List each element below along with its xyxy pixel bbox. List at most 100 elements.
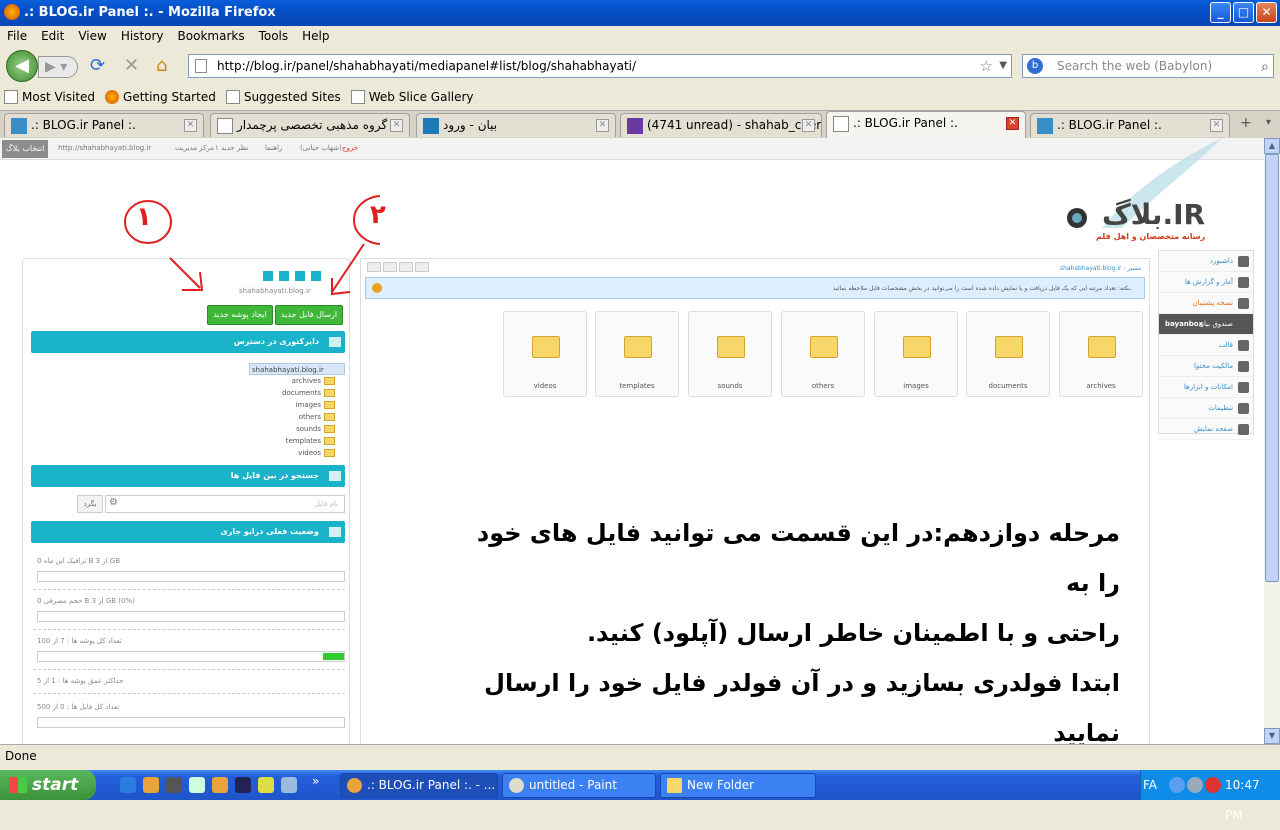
- search-button[interactable]: بگرد: [77, 495, 103, 513]
- menu-bookmarks[interactable]: Bookmarks: [178, 26, 245, 46]
- task-paint[interactable]: untitled - Paint: [502, 773, 656, 798]
- app-icon[interactable]: [281, 777, 297, 793]
- stop-icon[interactable]: ✕: [124, 56, 139, 76]
- menu-edit[interactable]: Edit: [41, 26, 64, 46]
- sidebar-item-tools[interactable]: امکانات و ابزارها: [1159, 377, 1253, 398]
- tab-list-icon[interactable]: ▾: [1266, 117, 1271, 128]
- view-list-icon[interactable]: [383, 262, 397, 272]
- new-tab-icon[interactable]: +: [1240, 115, 1252, 131]
- sidebar-item-template[interactable]: قالب: [1159, 335, 1253, 356]
- tree-node[interactable]: videos: [249, 447, 345, 459]
- bookmark-web-slice-gallery[interactable]: Web Slice Gallery: [350, 86, 474, 108]
- tray-icon[interactable]: [1169, 777, 1185, 793]
- tree-root[interactable]: shahabhayati.blog.ir: [249, 363, 345, 375]
- guide-link[interactable]: راهنما: [265, 144, 282, 152]
- tree-node[interactable]: templates: [249, 435, 345, 447]
- sidebar-item-bayanbox[interactable]: bayanbox صندوق بیان: [1159, 314, 1253, 335]
- url-bar[interactable]: http://blog.ir/panel/shahabhayati/mediap…: [188, 54, 1012, 78]
- sidebar-item-display[interactable]: صفحه نمایش: [1159, 419, 1253, 440]
- chrome-icon[interactable]: [258, 777, 274, 793]
- menu-tools[interactable]: Tools: [259, 26, 289, 46]
- menu-file[interactable]: File: [7, 26, 27, 46]
- usage-progress: [37, 611, 345, 622]
- folder-card[interactable]: archives: [1059, 311, 1143, 397]
- task-new-folder[interactable]: New Folder: [660, 773, 816, 798]
- ie-icon[interactable]: [120, 777, 136, 793]
- firefox-icon[interactable]: [143, 777, 159, 793]
- task-firefox[interactable]: .: BLOG.ir Panel :. - ...: [340, 773, 498, 798]
- minimize-button[interactable]: _: [1210, 2, 1231, 23]
- sidebar-item-dashboard[interactable]: داشبورد: [1159, 251, 1253, 272]
- tray-icon[interactable]: [1205, 777, 1221, 793]
- start-button[interactable]: start: [0, 770, 96, 800]
- tree-node[interactable]: images: [249, 399, 345, 411]
- folder-card[interactable]: documents: [966, 311, 1050, 397]
- tab-1[interactable]: .: BLOG.ir Panel :. ✕: [4, 113, 204, 137]
- sidebar-item-settings[interactable]: تنظیمات: [1159, 398, 1253, 419]
- url-dropdown-icon[interactable]: ▼: [999, 55, 1007, 77]
- upload-file-button[interactable]: ارسال فایل جدید: [275, 305, 343, 325]
- view-thumbs-icon[interactable]: [415, 262, 429, 272]
- logout-link[interactable]: خروج: [342, 144, 358, 152]
- tree-node[interactable]: documents: [249, 387, 345, 399]
- close-button[interactable]: ✕: [1256, 2, 1277, 23]
- bookmark-most-visited[interactable]: Most Visited: [4, 86, 95, 108]
- firefox-icon[interactable]: [212, 777, 228, 793]
- menu-view[interactable]: View: [78, 26, 106, 46]
- back-button[interactable]: ◀: [6, 50, 38, 82]
- sidebar-item-stats[interactable]: آمار و گزارش ها: [1159, 272, 1253, 293]
- bookmark-suggested-sites[interactable]: Suggested Sites: [225, 86, 341, 108]
- folder-card[interactable]: others: [781, 311, 865, 397]
- babylon-icon[interactable]: b: [1027, 58, 1043, 74]
- new-comments-link[interactable]: ۱ نظر جدید: [215, 144, 248, 152]
- reload-icon[interactable]: ⟳: [90, 56, 105, 76]
- new-folder-button[interactable]: ایجاد پوشه جدید: [207, 305, 273, 325]
- tab-5-active[interactable]: .: BLOG.ir Panel :. ✕: [826, 111, 1026, 139]
- tab-close-icon[interactable]: ✕: [1210, 119, 1223, 132]
- search-box[interactable]: b Search the web (Babylon) ⌕: [1022, 54, 1274, 78]
- blog-url-link[interactable]: http://shahabhayati.blog.ir: [58, 144, 151, 152]
- forward-button[interactable]: ▶ ▾: [38, 56, 78, 78]
- clock[interactable]: 10:47 PM: [1225, 770, 1280, 830]
- folder-card[interactable]: images: [874, 311, 958, 397]
- tab-close-icon[interactable]: ✕: [1006, 117, 1019, 130]
- tab-close-icon[interactable]: ✕: [390, 119, 403, 132]
- folder-card[interactable]: videos: [503, 311, 587, 397]
- chevron-right-icon[interactable]: »: [312, 774, 319, 788]
- bookmark-star-icon[interactable]: ☆: [980, 55, 993, 77]
- player-icon[interactable]: [235, 777, 251, 793]
- sidebar-item-backup[interactable]: نسخه پشتیبان: [1159, 293, 1253, 314]
- tab-2[interactable]: گروه مذهبی تخصصی پرچمدار ✕: [210, 113, 410, 137]
- scroll-up-icon[interactable]: ▲: [1264, 138, 1280, 154]
- file-search-input[interactable]: نام فایل: [105, 495, 345, 513]
- tab-close-icon[interactable]: ✕: [184, 119, 197, 132]
- language-indicator[interactable]: FA: [1143, 770, 1157, 800]
- media-icon[interactable]: [166, 777, 182, 793]
- sidebar-item-copyright[interactable]: مالکیت محتوا: [1159, 356, 1253, 377]
- bookmark-getting-started[interactable]: Getting Started: [105, 86, 216, 108]
- view-details-icon[interactable]: [399, 262, 413, 272]
- tab-close-icon[interactable]: ✕: [802, 119, 815, 132]
- tree-node[interactable]: archives: [249, 375, 345, 387]
- home-icon[interactable]: ⌂: [156, 56, 167, 76]
- tab-4[interactable]: (4741 unread) - shahab_cher... ✕: [620, 113, 822, 137]
- vertical-scrollbar[interactable]: ▲ ▼: [1264, 138, 1280, 744]
- management-link[interactable]: مرکز مدیریت: [175, 144, 214, 152]
- tray-icon[interactable]: [1187, 777, 1203, 793]
- maximize-button[interactable]: □: [1233, 2, 1254, 23]
- scroll-down-icon[interactable]: ▼: [1264, 728, 1280, 744]
- folder-card[interactable]: templates: [595, 311, 679, 397]
- folder-card[interactable]: sounds: [688, 311, 772, 397]
- menu-help[interactable]: Help: [302, 26, 329, 46]
- gear-icon[interactable]: ⚙: [109, 497, 118, 508]
- menu-history[interactable]: History: [121, 26, 164, 46]
- search-icon[interactable]: ⌕: [1261, 56, 1269, 78]
- tree-node[interactable]: sounds: [249, 423, 345, 435]
- tree-node[interactable]: others: [249, 411, 345, 423]
- pick-blog-button[interactable]: انتخاب بلاگ: [2, 140, 48, 158]
- tab-3[interactable]: بیان - ورود ✕: [416, 113, 616, 137]
- app-icon[interactable]: [189, 777, 205, 793]
- tab-close-icon[interactable]: ✕: [596, 119, 609, 132]
- scroll-thumb[interactable]: [1265, 154, 1279, 582]
- tab-6[interactable]: .: BLOG.ir Panel :. ✕: [1030, 113, 1230, 137]
